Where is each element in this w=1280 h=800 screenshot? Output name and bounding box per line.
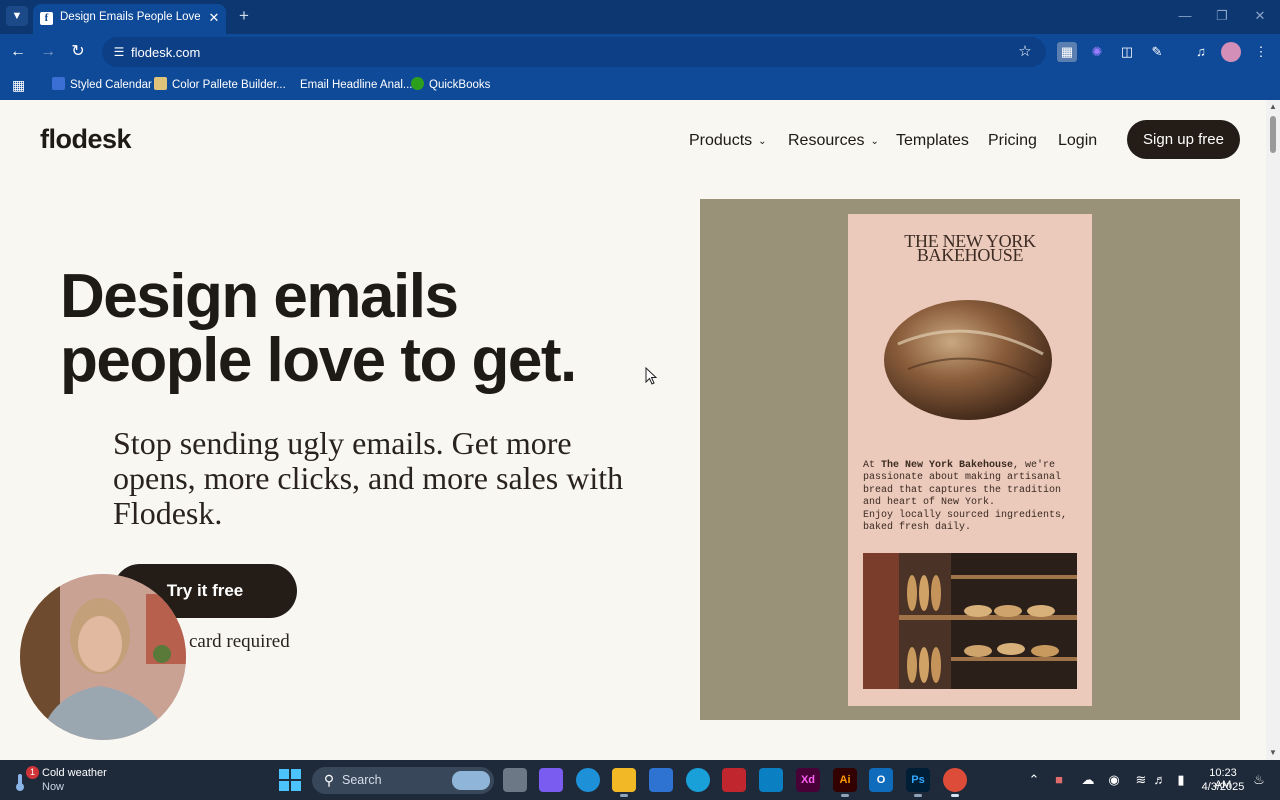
hero-title: Design emails people love to get. [60,262,577,395]
nav-resources[interactable]: Resources ⌄ [788,130,879,152]
nav-login[interactable]: Login [1058,130,1097,152]
nav-pricing[interactable]: Pricing [988,130,1037,152]
volume-icon[interactable]: ♬ [1151,770,1169,790]
browser-toolbar: ← → ↻ ☰ flodesk.com ☆ ▦ ✺ ◫ ✎ ♫ ⋮ [0,34,1280,70]
chrome-browser-icon[interactable] [943,768,967,792]
extensions-puzzle-icon[interactable]: ✎ [1147,42,1167,62]
taskbar-search-box[interactable]: ⚲ Search [312,767,494,794]
apps-grid-icon[interactable]: ▦ [12,75,30,95]
bookmark-quickbooks[interactable]: QuickBooks [411,75,490,95]
tab-close-icon[interactable]: ✕ [206,9,222,27]
bread-loaf-image [884,300,1052,420]
edge-browser-icon[interactable] [576,768,600,792]
outlook-icon[interactable]: O [869,768,893,792]
scroll-up-arrow-icon[interactable]: ▲ [1268,102,1278,112]
extension-sparkle-icon[interactable]: ✺ [1087,42,1107,62]
forward-arrow-icon[interactable]: → [37,41,59,63]
hero-subtitle: Stop sending ugly emails. Get more opens… [113,425,624,531]
email-preview-card: THE NEW YORK BAKEHOUSE At The New York B… [848,214,1092,706]
search-icon: ⚲ [323,772,335,788]
nav-templates[interactable]: Templates [896,130,969,152]
profile-avatar-icon[interactable] [1221,42,1241,62]
copilot-icon[interactable] [539,768,563,792]
media-controls-icon[interactable]: ♫ [1191,42,1211,62]
browser-tab-bar: ▼ f Design Emails People Love to G ✕ + —… [0,0,1280,34]
tab-search-chevron-icon[interactable]: ▼ [6,6,28,26]
minimize-window-icon[interactable]: — [1170,5,1200,27]
chevron-down-icon: ⌄ [758,136,767,147]
address-bar[interactable]: ☰ flodesk.com ☆ [102,37,1046,67]
scrollbar-thumb[interactable] [1270,116,1276,153]
extension-gallery-icon[interactable]: ▦ [1057,42,1077,62]
bakery-shelf-image [863,553,1077,689]
search-highlight-art-icon [452,771,490,790]
sign-up-free-button[interactable]: Sign up free [1127,120,1240,159]
mouse-cursor-icon [645,367,657,385]
adobe-xd-icon[interactable]: Xd [796,768,820,792]
tab-title: Design Emails People Love to G [60,11,200,23]
chevron-down-icon: ⌄ [870,136,879,147]
page-scrollbar[interactable]: ▲ ▼ [1266,100,1280,760]
show-hidden-icons-chevron-icon[interactable]: ⌃ [1025,770,1043,790]
site-info-icon[interactable]: ☰ [112,44,126,60]
bakehouse-brand-title: THE NEW YORK BAKEHOUSE [904,231,1036,265]
back-arrow-icon[interactable]: ← [7,41,29,63]
file-explorer-icon[interactable] [612,768,636,792]
new-tab-plus-icon[interactable]: + [234,6,254,26]
address-url: flodesk.com [131,45,201,60]
restore-window-icon[interactable]: ❐ [1207,5,1237,27]
close-window-icon[interactable]: ✕ [1245,5,1275,27]
onedrive-cloud-icon[interactable]: ☁ [1079,770,1097,790]
taskbar-search-placeholder: Search [342,773,382,787]
webcam-overlay-image [20,574,186,740]
bookmark-email-headline-analyzer[interactable]: Email Headline Anal... [300,75,413,95]
flodesk-logo[interactable]: flodesk [40,124,132,155]
tray-app-icon[interactable]: ■ [1050,770,1068,790]
weather-notification-badge: 1 [26,766,39,779]
bookmark-color-pallete-builder[interactable]: Color Pallete Builder... [154,75,286,95]
quickbooks-icon [411,77,424,90]
safari-compass-icon[interactable] [686,768,710,792]
windows-taskbar: 1 Cold weather Now ⚲ Search Xd Ai O Ps ⌃… [0,760,1280,800]
task-view-icon[interactable] [503,768,527,792]
calendar-bookmark-icon [52,77,65,90]
flodesk-favicon-icon: f [40,12,53,25]
adobe-illustrator-icon[interactable]: Ai [833,768,857,792]
bookmark-star-icon[interactable]: ☆ [1016,43,1034,61]
scroll-down-arrow-icon[interactable]: ▼ [1268,748,1278,758]
bakehouse-email-copy: At The New York Bakehouse, we're passion… [863,460,1068,534]
browser-tab-active[interactable]: f Design Emails People Love to G ✕ [33,4,226,34]
palette-bookmark-icon [154,77,167,90]
browser-menu-icon[interactable]: ⋮ [1251,42,1271,62]
microphone-icon[interactable]: ◉ [1105,770,1123,790]
web-page: flodesk Products ⌄ Resources ⌄ Templates P… [0,100,1266,760]
notifications-bell-icon[interactable]: ♨ [1250,770,1268,790]
reload-icon[interactable]: ↻ [67,41,89,63]
adobe-photoshop-icon[interactable]: Ps [906,768,930,792]
email-showcase-panel: THE NEW YORK BAKEHOUSE At The New York B… [700,199,1240,720]
extension-trash-icon[interactable]: ◫ [1117,42,1137,62]
battery-icon[interactable]: ▮ [1172,770,1190,790]
hp-app-icon[interactable] [759,768,783,792]
nav-products[interactable]: Products ⌄ [689,130,767,152]
windows-start-icon[interactable] [279,769,301,791]
bookmarks-bar: ▦ Styled Calendar Color Pallete Builder.… [0,70,1280,100]
weather-subtitle: Now [42,781,65,793]
mcafee-icon[interactable] [722,768,746,792]
wifi-icon[interactable]: ≋ [1132,770,1150,790]
weather-title[interactable]: Cold weather [42,767,107,779]
microsoft-store-icon[interactable] [649,768,673,792]
taskbar-clock-date[interactable]: 4/3/2025 [1200,781,1246,793]
bookmark-styled-calendar[interactable]: Styled Calendar [52,75,152,95]
